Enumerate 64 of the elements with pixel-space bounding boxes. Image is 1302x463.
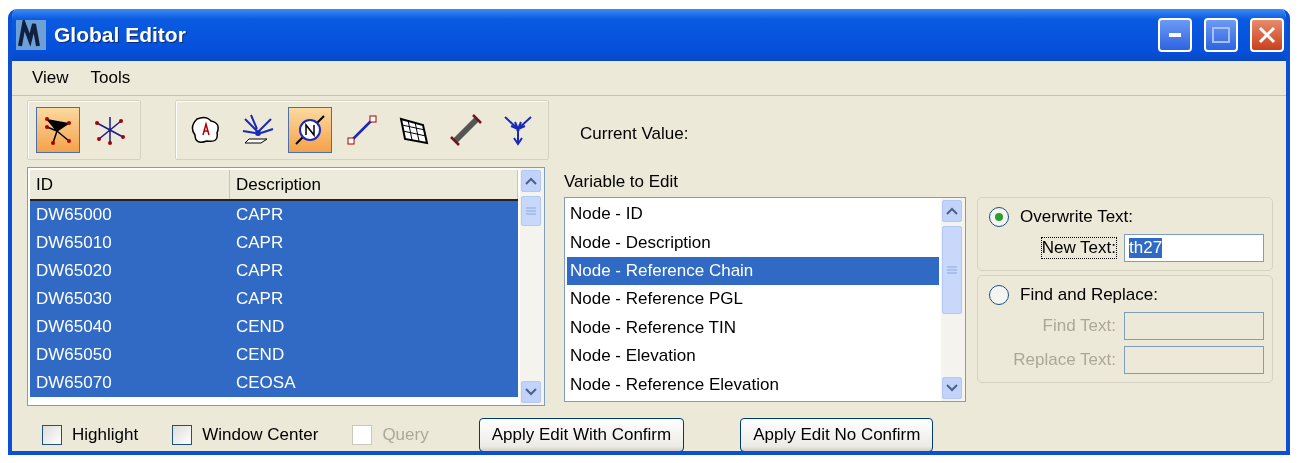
scroll-up-button[interactable] [521, 170, 541, 192]
menu-item[interactable]: View [32, 68, 69, 88]
table-row[interactable]: DW65040 CEND [30, 313, 518, 341]
table-cell-text: CAPR [235, 204, 285, 226]
minimize-icon [1169, 33, 1181, 37]
radio-button[interactable] [988, 206, 1010, 228]
table-cell-text: DW65070 [35, 372, 113, 394]
scroll-down-button[interactable] [942, 377, 962, 399]
list-item[interactable]: Node - Reference Chain [567, 256, 939, 286]
table-cell-text: DW65040 [35, 316, 113, 338]
checkbox[interactable] [42, 425, 62, 445]
field-label: New Text: [1041, 238, 1116, 258]
table-cell-text: CAPR [235, 260, 285, 282]
table-cell-text: CAPR [235, 232, 285, 254]
scroll-up-button[interactable] [942, 200, 962, 222]
close-button[interactable] [1250, 18, 1284, 52]
table-row[interactable]: DW65000 CAPR [30, 201, 518, 229]
field-label: Replace Text: [1013, 350, 1116, 370]
apply-button[interactable]: Apply Edit No Confirm [740, 418, 934, 451]
beam-icon [449, 113, 483, 147]
column-header[interactable]: ID [30, 170, 230, 199]
checkbox-option[interactable]: Highlight [42, 425, 139, 445]
circled-letter-icon [293, 113, 327, 147]
table-cell-text: DW65050 [35, 344, 113, 366]
maximize-icon [1212, 27, 1230, 43]
radio-button[interactable] [988, 284, 1010, 306]
line-icon [345, 113, 379, 147]
table-row[interactable]: DW65030 CAPR [30, 285, 518, 313]
radio-option[interactable]: Overwrite Text: [988, 206, 1264, 228]
menu-item[interactable]: Tools [90, 68, 131, 88]
converging-arrows-icon [241, 113, 275, 147]
text-field[interactable] [1124, 346, 1264, 374]
text-field[interactable] [1124, 312, 1264, 340]
table-cell-text: DW65000 [35, 204, 113, 226]
minimize-button[interactable] [1158, 18, 1192, 52]
checkbox-option[interactable]: Window Center [172, 425, 319, 445]
current-value-label: Current Value: [580, 124, 689, 144]
tool-button[interactable] [36, 107, 80, 153]
table-cell-text: CEND [235, 344, 286, 366]
apply-button[interactable]: Apply Edit With Confirm [478, 418, 685, 451]
window-title: Global Editor [54, 23, 187, 47]
app-logo-icon [16, 20, 46, 50]
scroll-down-button[interactable] [521, 381, 541, 403]
maximize-button[interactable] [1204, 18, 1238, 52]
checkbox[interactable] [172, 425, 193, 445]
table-cell-text: DW65010 [35, 232, 113, 254]
table-row[interactable]: DW65070 CEOSA [30, 369, 518, 397]
column-header[interactable]: Description [230, 170, 518, 199]
table-cell-text: DW65030 [35, 288, 113, 310]
tool-button[interactable] [288, 107, 332, 153]
table-cell-text: CEOSA [235, 372, 297, 394]
scroll-thumb[interactable] [942, 226, 962, 314]
scroll-thumb[interactable] [521, 196, 541, 226]
table-cell-text: CAPR [235, 288, 285, 310]
close-icon [1258, 26, 1276, 44]
variable-list-label: Variable to Edit [564, 171, 679, 193]
text-field[interactable]: th27 [1124, 234, 1264, 262]
table-cell-text: DW65020 [35, 260, 113, 282]
table-cell-text: CEND [235, 316, 286, 338]
field-label: Find Text: [1042, 316, 1116, 336]
table-row[interactable]: DW65010 CAPR [30, 229, 518, 257]
table-row[interactable]: DW65020 CAPR [30, 257, 518, 285]
table-row[interactable]: DW65050 CEND [30, 341, 518, 369]
radio-option[interactable]: Find and Replace: [988, 284, 1264, 306]
